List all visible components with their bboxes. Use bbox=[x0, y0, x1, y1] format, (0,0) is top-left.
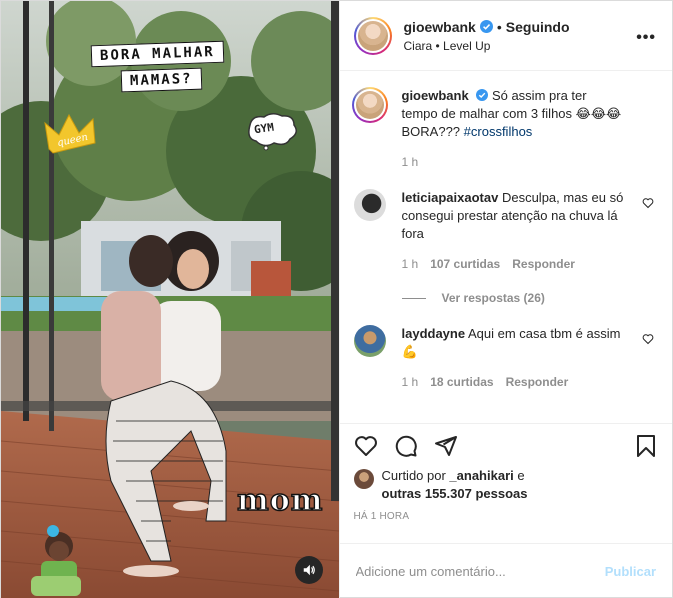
comment-username[interactable]: layddayne bbox=[402, 326, 466, 341]
post-side-panel: gioewbank • Seguindo Ciara • Level Up ••… bbox=[338, 1, 673, 598]
post-timestamp[interactable]: HÁ 1 HORA bbox=[340, 511, 673, 543]
comment-time[interactable]: 1 h bbox=[402, 257, 419, 271]
commenter-avatar[interactable] bbox=[353, 325, 386, 357]
liker-avatar[interactable] bbox=[353, 469, 374, 489]
caption-username[interactable]: gioewbank bbox=[402, 88, 469, 103]
comment-item: layddayne Aqui em casa tbm é assim💪 bbox=[353, 325, 657, 361]
sticker-bora-malhar: BORA MALHAR bbox=[90, 40, 225, 68]
post-header: gioewbank • Seguindo Ciara • Level Up ••… bbox=[339, 1, 672, 71]
comment-meta: 1 h 107 curtidas Responder bbox=[402, 257, 657, 271]
sticker-queen: queen bbox=[43, 109, 103, 159]
hashtag-link[interactable]: #crossfilhos bbox=[464, 124, 533, 139]
author-avatar[interactable] bbox=[353, 16, 392, 55]
view-replies-button[interactable]: Ver respostas (26) bbox=[401, 291, 657, 305]
sticker-mom: mom bbox=[236, 482, 324, 518]
verified-badge-icon bbox=[476, 89, 489, 101]
caption-meta: 1 h bbox=[402, 155, 657, 169]
post-caption: gioewbank Só assim pra ter tempo de malh… bbox=[351, 87, 657, 141]
following-button[interactable]: Seguindo bbox=[506, 19, 570, 35]
caption-avatar[interactable] bbox=[351, 87, 388, 123]
sticker-gym-text: GYM bbox=[253, 120, 275, 137]
comment-time[interactable]: 1 h bbox=[402, 375, 419, 389]
share-paper-plane-icon[interactable] bbox=[434, 434, 458, 458]
like-heart-icon[interactable] bbox=[354, 434, 378, 458]
liker-username[interactable]: _anahikari bbox=[449, 468, 513, 483]
sticker-gym: GYM bbox=[244, 111, 300, 151]
comment-input[interactable] bbox=[355, 564, 576, 579]
reply-button[interactable]: Responder bbox=[506, 375, 569, 389]
post-actions-bar bbox=[339, 423, 672, 467]
liked-by-middle: e bbox=[513, 468, 525, 483]
audio-track-link[interactable]: Ciara • Level Up bbox=[404, 39, 570, 53]
publish-button[interactable]: Publicar bbox=[605, 564, 656, 579]
reply-button[interactable]: Responder bbox=[512, 257, 575, 271]
view-replies-label: Ver respostas (26) bbox=[441, 291, 545, 305]
instagram-post-modal: BORA MALHAR MAMAS? GYM queen mom gioewba… bbox=[0, 0, 673, 598]
speaker-icon bbox=[303, 564, 315, 576]
sticker-mamas: MAMAS? bbox=[120, 67, 202, 93]
caption-time[interactable]: 1 h bbox=[402, 155, 419, 169]
commenter-avatar[interactable] bbox=[353, 189, 386, 221]
liked-by-prefix: Curtido por bbox=[381, 468, 450, 483]
liked-by: Curtido por _anahikari e outras 155.307 … bbox=[340, 467, 673, 503]
verified-badge-icon bbox=[479, 20, 493, 33]
comment-username[interactable]: leticiapaixaotav bbox=[402, 190, 499, 205]
like-comment-heart-icon[interactable] bbox=[642, 197, 654, 209]
comment-likes[interactable]: 107 curtidas bbox=[430, 257, 500, 271]
comment-bubble-icon[interactable] bbox=[394, 434, 418, 458]
author-username[interactable]: gioewbank bbox=[404, 19, 476, 35]
comments-list[interactable]: gioewbank Só assim pra ter tempo de malh… bbox=[339, 71, 672, 423]
comment-likes[interactable]: 18 curtidas bbox=[430, 375, 493, 389]
save-bookmark-icon[interactable] bbox=[634, 434, 658, 458]
more-options-icon[interactable]: ••• bbox=[636, 29, 656, 47]
replies-divider bbox=[401, 297, 426, 299]
others-likes-link[interactable]: outras 155.307 pessoas bbox=[382, 486, 528, 501]
add-comment-bar: Publicar bbox=[339, 543, 672, 598]
header-separator: • bbox=[496, 18, 502, 35]
like-comment-heart-icon[interactable] bbox=[642, 333, 654, 345]
comment-meta: 1 h 18 curtidas Responder bbox=[402, 375, 657, 389]
comment-item: leticiapaixaotav Desculpa, mas eu só con… bbox=[353, 189, 657, 243]
mute-button[interactable] bbox=[295, 556, 323, 584]
post-video[interactable]: BORA MALHAR MAMAS? GYM queen mom bbox=[1, 1, 339, 598]
scroll-fade bbox=[339, 413, 672, 423]
